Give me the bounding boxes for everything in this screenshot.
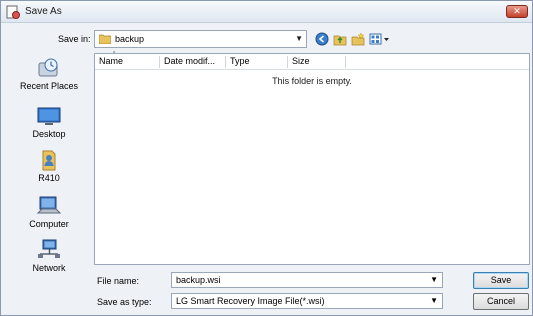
column-header-date-modified[interactable]: Date modif...	[164, 56, 215, 66]
save-as-type-value: LG Smart Recovery Image File(*.wsi)	[176, 296, 325, 306]
save-as-type-label: Save as type:	[97, 297, 152, 307]
back-icon[interactable]	[315, 32, 329, 46]
recent-places-icon	[38, 58, 58, 77]
column-divider[interactable]	[345, 56, 346, 68]
column-header-name[interactable]: Name	[99, 56, 123, 66]
place-recent-places[interactable]: Recent Places	[9, 57, 89, 91]
desktop-icon	[37, 107, 61, 125]
save-as-dialog: Save As ✕ Save in: backup ▼ Recent Place…	[0, 0, 533, 316]
place-label: Computer	[29, 219, 69, 229]
close-button[interactable]: ✕	[506, 5, 528, 18]
file-name-value: backup.wsi	[176, 275, 221, 285]
places-bar: Recent Places Desktop R410 Computer Netw…	[9, 53, 89, 293]
new-folder-icon[interactable]	[351, 32, 365, 46]
computer-icon	[36, 196, 62, 214]
user-folder-icon	[42, 150, 56, 171]
place-r410[interactable]: R410	[9, 149, 89, 183]
views-icon[interactable]	[369, 32, 391, 46]
column-divider[interactable]	[225, 56, 226, 68]
save-in-label: Save in:	[58, 34, 91, 44]
up-folder-icon[interactable]	[333, 32, 347, 46]
save-in-value: backup	[115, 34, 145, 44]
column-header-size[interactable]: Size	[292, 56, 310, 66]
column-header-type[interactable]: Type	[230, 56, 250, 66]
place-label: Network	[32, 263, 66, 273]
save-as-type-select[interactable]: LG Smart Recovery Image File(*.wsi) ▼	[171, 293, 443, 309]
place-label: Recent Places	[19, 81, 79, 91]
cancel-button[interactable]: Cancel	[473, 293, 529, 310]
place-desktop[interactable]: Desktop	[9, 105, 89, 139]
place-label: R410	[38, 173, 60, 183]
place-network[interactable]: Network	[9, 239, 89, 273]
save-in-dropdown[interactable]: backup ▼	[94, 30, 307, 48]
file-name-input[interactable]: backup.wsi ▼	[171, 272, 443, 288]
folder-icon	[99, 34, 111, 44]
file-list[interactable]: Name ˆ Date modif... Type Size This fold…	[94, 52, 530, 265]
file-name-label: File name:	[97, 276, 140, 286]
save-button[interactable]: Save	[473, 272, 529, 289]
column-divider[interactable]	[159, 56, 160, 68]
place-label: Desktop	[32, 129, 66, 139]
sort-ascending-icon: ˆ	[113, 52, 116, 59]
empty-folder-message: This folder is empty.	[272, 76, 352, 86]
column-divider[interactable]	[287, 56, 288, 68]
place-computer[interactable]: Computer	[9, 195, 89, 229]
title-bar[interactable]: Save As ✕	[1, 1, 532, 23]
chevron-down-icon: ▼	[430, 296, 438, 305]
window-title: Save As	[25, 6, 62, 17]
chevron-down-icon[interactable]: ▼	[430, 275, 438, 284]
file-list-header: Name ˆ Date modif... Type Size	[95, 52, 529, 70]
chevron-down-icon: ▼	[295, 34, 303, 43]
network-icon	[38, 239, 60, 258]
save-dialog-icon	[6, 5, 20, 19]
